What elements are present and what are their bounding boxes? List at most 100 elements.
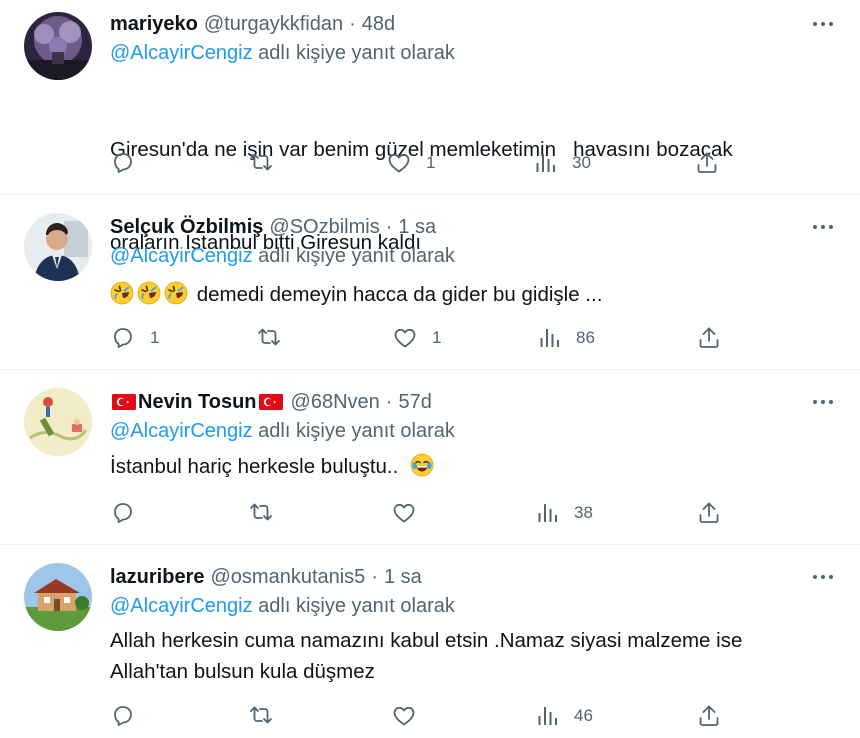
more-options-button[interactable] xyxy=(810,390,836,414)
user-handle[interactable]: @osmankutanis5 xyxy=(210,566,365,589)
heart-icon xyxy=(393,706,415,726)
more-horizontal-icon xyxy=(813,225,833,229)
separator-dot: · xyxy=(385,215,393,238)
reply-button[interactable] xyxy=(110,148,150,178)
tweet[interactable]: Nevin Tosun @68Nven · 57d @AlcayirCengiz… xyxy=(0,370,860,545)
more-options-button[interactable] xyxy=(810,215,836,239)
retweet-button[interactable] xyxy=(248,498,288,528)
views-icon xyxy=(536,154,555,172)
views-button[interactable]: 38 xyxy=(534,498,593,528)
share-icon xyxy=(699,705,719,726)
turkey-flag-icon xyxy=(258,394,283,410)
retweet-button[interactable] xyxy=(248,701,288,731)
more-options-button[interactable] xyxy=(810,565,836,589)
mention-link[interactable]: @AlcayirCengiz xyxy=(110,595,253,617)
retweet-icon xyxy=(258,328,280,346)
share-icon xyxy=(699,502,719,523)
rolling-on-floor-laughing-emoji xyxy=(137,281,161,305)
mention-link[interactable]: @AlcayirCengiz xyxy=(110,42,253,64)
reply-context-suffix: adlı kişiye yanıt olarak xyxy=(252,42,455,64)
views-icon xyxy=(540,329,559,347)
reply-icon xyxy=(114,328,132,349)
views-icon xyxy=(538,707,557,725)
more-options-button[interactable] xyxy=(810,12,836,36)
avatar[interactable] xyxy=(24,213,92,281)
reply-context: @AlcayirCengiz adlı kişiye yanıt olarak xyxy=(110,595,455,618)
user-handle[interactable]: @SOzbilmis xyxy=(269,216,379,239)
views-button[interactable]: 30 xyxy=(532,148,591,178)
display-name-text: Nevin Tosun xyxy=(138,390,257,413)
reply-context: @AlcayirCengiz adlı kişiye yanıt olarak xyxy=(110,245,455,268)
action-bar: 38 xyxy=(110,498,730,528)
tweet-text: demedi demeyin hacca da gider bu gidişle… xyxy=(110,279,830,310)
avatar[interactable] xyxy=(24,563,92,631)
separator-dot: · xyxy=(371,565,378,588)
tweet-text-content: İstanbul hariç herkesle buluştu.. xyxy=(110,455,399,478)
reply-button[interactable] xyxy=(110,498,150,528)
share-button[interactable] xyxy=(694,148,720,178)
like-button[interactable] xyxy=(391,701,431,731)
tweet[interactable]: lazuribere @osmankutanis5 · 1 sa @Alcayi… xyxy=(0,545,860,738)
tweet-text-line: Allah herkesin cuma namazını kabul etsin… xyxy=(110,629,743,652)
reply-icon xyxy=(114,706,132,726)
reply-context-suffix: adlı kişiye yanıt olarak xyxy=(252,245,455,267)
more-horizontal-icon xyxy=(813,400,833,404)
tweet-header: lazuribere @osmankutanis5 · 1 sa xyxy=(110,563,422,591)
display-name[interactable]: Nevin Tosun xyxy=(110,391,285,414)
timestamp[interactable]: 48d xyxy=(362,13,395,36)
tweet-header: Selçuk Özbilmiş @SOzbilmis · 1 sa xyxy=(110,213,436,241)
action-bar: 46 xyxy=(110,701,730,731)
share-button[interactable] xyxy=(696,323,722,353)
views-button[interactable]: 86 xyxy=(536,323,595,353)
user-handle[interactable]: @68Nven xyxy=(291,391,380,414)
display-name[interactable]: mariyeko xyxy=(110,13,198,36)
tweet-header: Nevin Tosun @68Nven · 57d xyxy=(110,388,432,416)
avatar[interactable] xyxy=(24,12,92,80)
reply-context-suffix: adlı kişiye yanıt olarak xyxy=(252,595,455,617)
like-button[interactable]: 1 xyxy=(392,323,441,353)
views-count: 30 xyxy=(572,153,591,172)
tweet-text-content: demedi demeyin hacca da gider bu gidişle… xyxy=(196,283,603,306)
mention-link[interactable]: @AlcayirCengiz xyxy=(110,420,253,442)
action-bar: 1 30 xyxy=(110,148,730,178)
retweet-icon xyxy=(250,706,272,724)
reply-button[interactable]: 1 xyxy=(110,323,159,353)
tweet-text: Allah herkesin cuma namazını kabul etsin… xyxy=(110,625,830,687)
tweet-text: İstanbul hariç herkesle buluştu.. xyxy=(110,451,830,482)
rolling-on-floor-laughing-emoji xyxy=(110,281,134,305)
more-horizontal-icon xyxy=(813,22,833,26)
reply-button[interactable] xyxy=(110,701,150,731)
timestamp[interactable]: 1 sa xyxy=(384,566,422,589)
heart-icon xyxy=(394,328,416,348)
retweet-button[interactable] xyxy=(256,323,296,353)
rolling-on-floor-laughing-emoji xyxy=(164,281,188,305)
views-icon xyxy=(538,504,557,522)
timestamp[interactable]: 57d xyxy=(398,391,431,414)
reply-context: @AlcayirCengiz adlı kişiye yanıt olarak xyxy=(110,42,455,65)
reply-icon xyxy=(114,503,132,523)
retweet-icon xyxy=(250,503,272,521)
share-button[interactable] xyxy=(696,701,722,731)
mention-link[interactable]: @AlcayirCengiz xyxy=(110,245,253,267)
views-count: 86 xyxy=(576,328,595,347)
reply-context-suffix: adlı kişiye yanıt olarak xyxy=(252,420,455,442)
timestamp[interactable]: 1 sa xyxy=(398,216,436,239)
tweet-text-line: Allah'tan bulsun kula düşmez xyxy=(110,660,375,683)
share-icon xyxy=(697,152,717,173)
share-icon xyxy=(699,327,719,348)
tweet[interactable]: mariyeko @turgaykkfidan · 48d @AlcayirCe… xyxy=(0,0,860,254)
like-button[interactable] xyxy=(391,498,431,528)
like-button[interactable]: 1 xyxy=(386,148,435,178)
display-name[interactable]: lazuribere xyxy=(110,566,204,589)
user-handle[interactable]: @turgaykkfidan xyxy=(204,13,343,36)
turkey-flag-icon xyxy=(112,394,136,410)
tweet[interactable]: Selçuk Özbilmiş @SOzbilmis · 1 sa @Alcay… xyxy=(0,195,860,370)
retweet-button[interactable] xyxy=(248,148,288,178)
heart-icon xyxy=(388,153,410,173)
separator-dot: · xyxy=(349,12,356,35)
views-count: 46 xyxy=(574,706,593,725)
views-button[interactable]: 46 xyxy=(534,701,593,731)
avatar[interactable] xyxy=(24,388,92,456)
display-name[interactable]: Selçuk Özbilmiş xyxy=(110,216,263,239)
share-button[interactable] xyxy=(696,498,722,528)
